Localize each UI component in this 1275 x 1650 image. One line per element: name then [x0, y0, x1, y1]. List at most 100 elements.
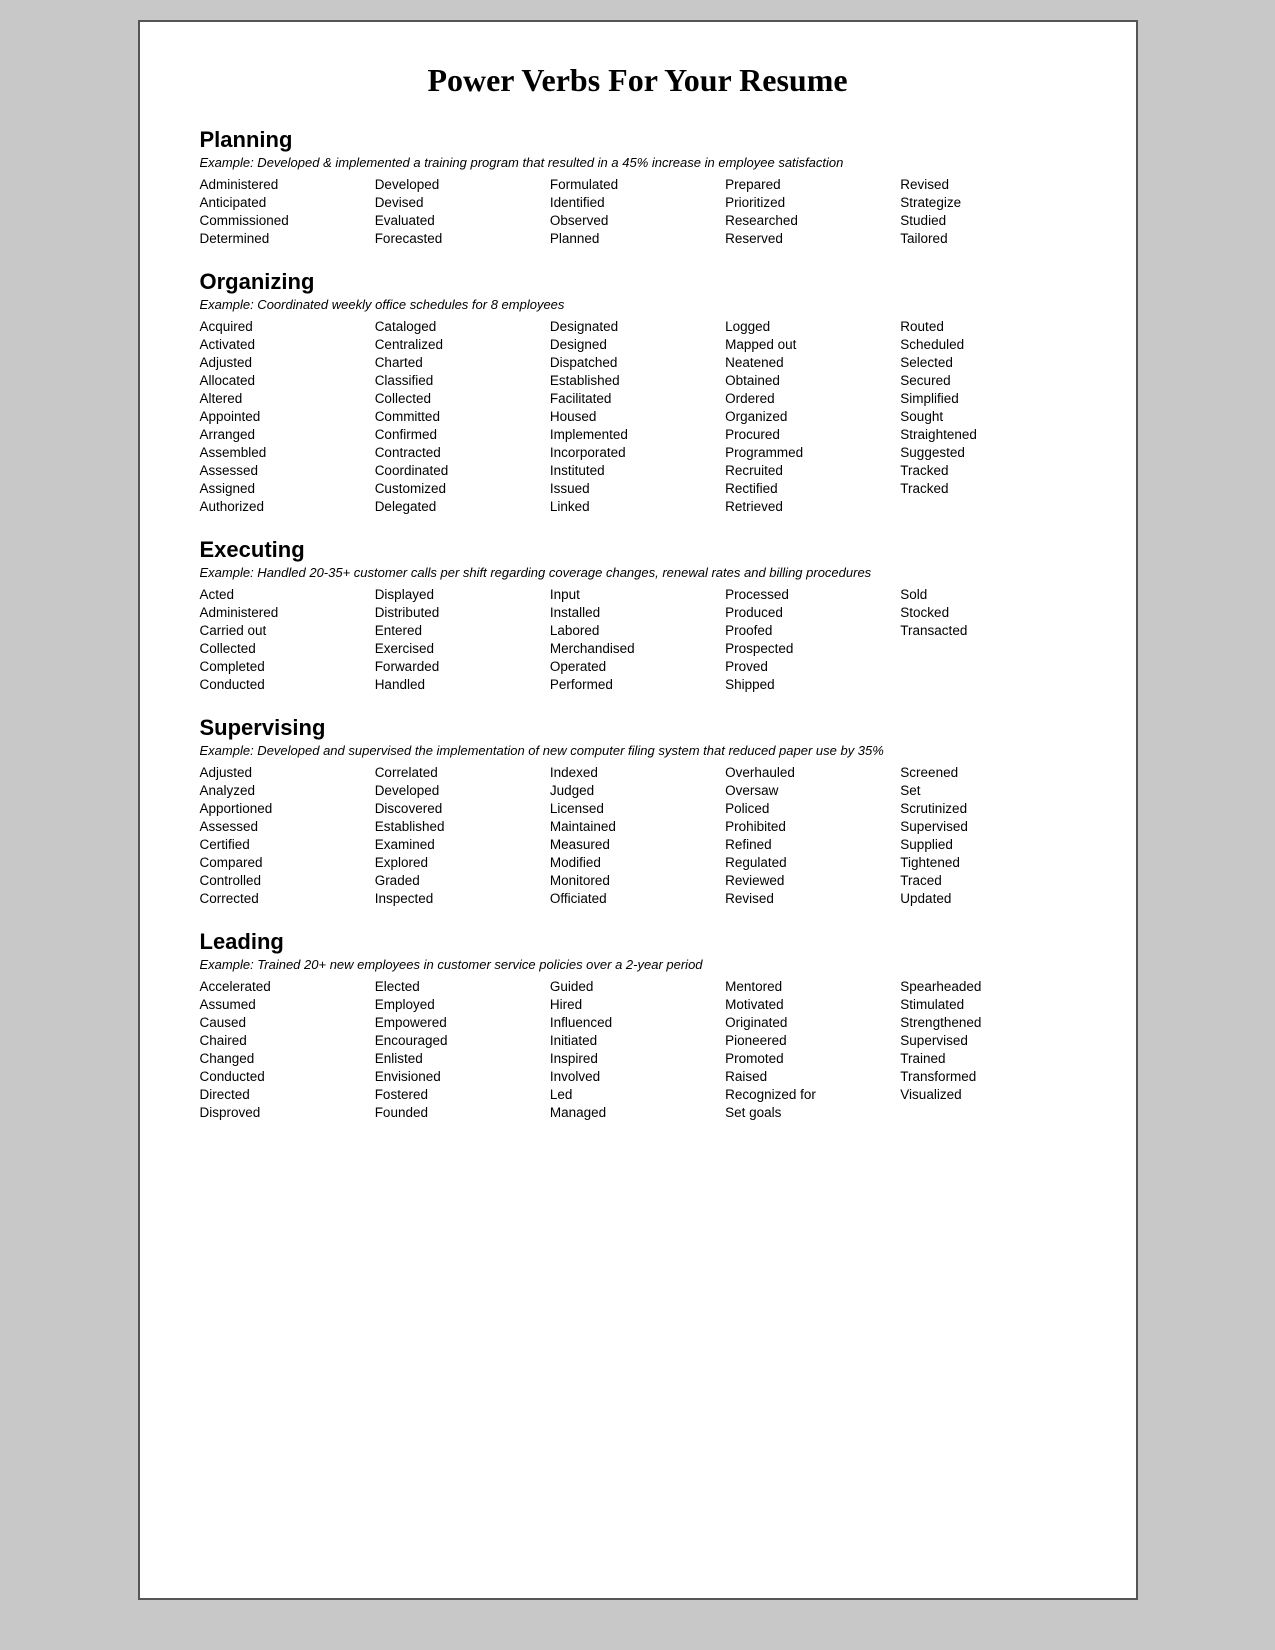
section-example-supervising: Example: Developed and supervised the im…	[200, 743, 1076, 758]
word-organizing-38: Programmed	[725, 444, 900, 461]
word-organizing-4: Routed	[900, 318, 1075, 335]
word-supervising-22: Measured	[550, 836, 725, 853]
word-organizing-2: Designated	[550, 318, 725, 335]
word-planning-17: Planned	[550, 230, 725, 247]
word-planning-2: Formulated	[550, 176, 725, 193]
word-planning-0: Administered	[200, 176, 375, 193]
word-executing-10: Carried out	[200, 622, 375, 639]
word-organizing-27: Housed	[550, 408, 725, 425]
word-leading-32: Led	[550, 1086, 725, 1103]
section-executing: ExecutingExample: Handled 20-35+ custome…	[200, 537, 1076, 693]
section-example-leading: Example: Trained 20+ new employees in cu…	[200, 957, 1076, 972]
word-executing-22: Operated	[550, 658, 725, 675]
word-organizing-52: Linked	[550, 498, 725, 515]
word-leading-22: Inspired	[550, 1050, 725, 1067]
word-supervising-16: Established	[375, 818, 550, 835]
word-organizing-35: Assembled	[200, 444, 375, 461]
word-leading-37: Managed	[550, 1104, 725, 1121]
section-title-executing: Executing	[200, 537, 1076, 563]
word-executing-21: Forwarded	[375, 658, 550, 675]
word-executing-27: Performed	[550, 676, 725, 693]
section-organizing: OrganizingExample: Coordinated weekly of…	[200, 269, 1076, 515]
word-leading-26: Envisioned	[375, 1068, 550, 1085]
word-supervising-8: Oversaw	[725, 782, 900, 799]
word-supervising-34: Traced	[900, 872, 1075, 889]
word-organizing-22: Facilitated	[550, 390, 725, 407]
word-leading-23: Promoted	[725, 1050, 900, 1067]
word-leading-38: Set goals	[725, 1104, 900, 1121]
word-organizing-17: Established	[550, 372, 725, 389]
word-organizing-29: Sought	[900, 408, 1075, 425]
word-planning-16: Forecasted	[375, 230, 550, 247]
word-supervising-7: Judged	[550, 782, 725, 799]
word-planning-6: Devised	[375, 194, 550, 211]
word-organizing-53: Retrieved	[725, 498, 900, 515]
word-organizing-11: Charted	[375, 354, 550, 371]
word-supervising-17: Maintained	[550, 818, 725, 835]
word-supervising-36: Inspected	[375, 890, 550, 907]
word-leading-5: Assumed	[200, 996, 375, 1013]
word-leading-33: Recognized for	[725, 1086, 900, 1103]
word-executing-6: Distributed	[375, 604, 550, 621]
word-supervising-27: Modified	[550, 854, 725, 871]
word-leading-17: Initiated	[550, 1032, 725, 1049]
word-leading-36: Founded	[375, 1104, 550, 1121]
word-executing-0: Acted	[200, 586, 375, 603]
word-organizing-5: Activated	[200, 336, 375, 353]
section-title-leading: Leading	[200, 929, 1076, 955]
word-supervising-30: Controlled	[200, 872, 375, 889]
word-organizing-44: Tracked	[900, 462, 1075, 479]
word-supervising-13: Policed	[725, 800, 900, 817]
word-executing-13: Proofed	[725, 622, 900, 639]
word-planning-14: Studied	[900, 212, 1075, 229]
word-organizing-37: Incorporated	[550, 444, 725, 461]
word-leading-9: Stimulated	[900, 996, 1075, 1013]
word-executing-20: Completed	[200, 658, 375, 675]
section-supervising: SupervisingExample: Developed and superv…	[200, 715, 1076, 907]
word-organizing-48: Rectified	[725, 480, 900, 497]
word-leading-2: Guided	[550, 978, 725, 995]
word-supervising-21: Examined	[375, 836, 550, 853]
word-organizing-50: Authorized	[200, 498, 375, 515]
section-planning: PlanningExample: Developed & implemented…	[200, 127, 1076, 247]
word-supervising-37: Officiated	[550, 890, 725, 907]
word-supervising-35: Corrected	[200, 890, 375, 907]
word-supervising-24: Supplied	[900, 836, 1075, 853]
word-executing-29	[900, 676, 1075, 693]
word-organizing-28: Organized	[725, 408, 900, 425]
word-executing-5: Administered	[200, 604, 375, 621]
word-organizing-26: Committed	[375, 408, 550, 425]
word-supervising-2: Indexed	[550, 764, 725, 781]
word-leading-10: Caused	[200, 1014, 375, 1031]
word-planning-1: Developed	[375, 176, 550, 193]
word-organizing-45: Assigned	[200, 480, 375, 497]
word-organizing-30: Arranged	[200, 426, 375, 443]
word-supervising-39: Updated	[900, 890, 1075, 907]
section-leading: Leading Example: Trained 20+ new employee…	[200, 929, 1076, 1121]
words-grid-leading: AcceleratedElectedGuidedMentoredSpearhea…	[200, 978, 1076, 1121]
word-supervising-29: Tightened	[900, 854, 1075, 871]
word-organizing-12: Dispatched	[550, 354, 725, 371]
word-organizing-0: Acquired	[200, 318, 375, 335]
word-planning-12: Observed	[550, 212, 725, 229]
word-organizing-1: Cataloged	[375, 318, 550, 335]
word-leading-7: Hired	[550, 996, 725, 1013]
word-leading-0: Accelerated	[200, 978, 375, 995]
word-supervising-5: Analyzed	[200, 782, 375, 799]
word-organizing-51: Delegated	[375, 498, 550, 515]
word-organizing-31: Confirmed	[375, 426, 550, 443]
word-leading-35: Disproved	[200, 1104, 375, 1121]
word-planning-8: Prioritized	[725, 194, 900, 211]
word-executing-3: Processed	[725, 586, 900, 603]
word-leading-4: Spearheaded	[900, 978, 1075, 995]
word-executing-9: Stocked	[900, 604, 1075, 621]
word-organizing-19: Secured	[900, 372, 1075, 389]
word-organizing-43: Recruited	[725, 462, 900, 479]
word-organizing-47: Issued	[550, 480, 725, 497]
word-organizing-46: Customized	[375, 480, 550, 497]
word-leading-11: Empowered	[375, 1014, 550, 1031]
word-supervising-20: Certified	[200, 836, 375, 853]
word-leading-19: Supervised	[900, 1032, 1075, 1049]
word-supervising-23: Refined	[725, 836, 900, 853]
word-organizing-15: Allocated	[200, 372, 375, 389]
